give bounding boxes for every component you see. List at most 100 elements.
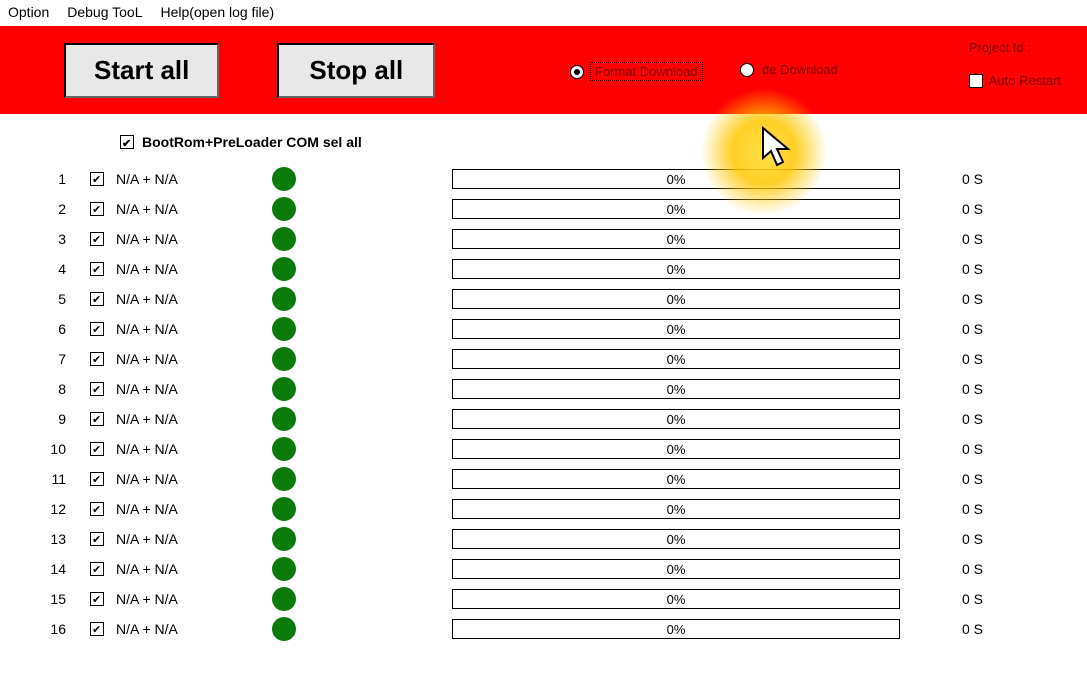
project-id-label: Project Id : bbox=[969, 40, 1061, 55]
row-com-label: N/A + N/A bbox=[116, 501, 266, 517]
device-row: 13N/A + N/A0%0 S bbox=[38, 524, 1049, 554]
row-checkbox[interactable] bbox=[90, 352, 116, 366]
checkbox-icon bbox=[90, 502, 104, 516]
row-time: 0 S bbox=[962, 291, 983, 307]
row-time: 0 S bbox=[962, 471, 983, 487]
menu-help[interactable]: Help(open log file) bbox=[161, 4, 275, 20]
status-dot-icon bbox=[272, 167, 296, 191]
row-progress: 0% bbox=[452, 469, 900, 489]
select-all-label: BootRom+PreLoader COM sel all bbox=[142, 134, 362, 150]
row-index: 9 bbox=[38, 411, 90, 427]
status-dot-icon bbox=[272, 587, 296, 611]
row-index: 3 bbox=[38, 231, 90, 247]
row-com-label: N/A + N/A bbox=[116, 201, 266, 217]
row-index: 1 bbox=[38, 171, 90, 187]
row-checkbox[interactable] bbox=[90, 622, 116, 636]
stop-all-button[interactable]: Stop all bbox=[277, 43, 435, 98]
row-index: 14 bbox=[38, 561, 90, 577]
project-panel: Project Id : Auto Restart bbox=[969, 40, 1061, 88]
checkbox-icon bbox=[90, 532, 104, 546]
menu-debug-tool[interactable]: Debug TooL bbox=[67, 4, 142, 20]
menu-option[interactable]: Option bbox=[8, 4, 49, 20]
checkbox-icon bbox=[90, 262, 104, 276]
row-index: 13 bbox=[38, 531, 90, 547]
device-row: 6 N/A + N/A 0% 0 S bbox=[38, 314, 1049, 344]
row-com-label: N/A + N/A bbox=[116, 171, 266, 187]
select-all-row[interactable]: BootRom+PreLoader COM sel all bbox=[120, 134, 1049, 150]
row-checkbox[interactable] bbox=[90, 502, 116, 516]
row-time: 0 S bbox=[962, 261, 983, 277]
checkbox-icon bbox=[90, 562, 104, 576]
row-checkbox[interactable] bbox=[90, 322, 116, 336]
auto-restart-checkbox[interactable]: Auto Restart bbox=[969, 73, 1061, 88]
device-row: 9N/A + N/A0%0 S bbox=[38, 404, 1049, 434]
row-time: 0 S bbox=[962, 501, 983, 517]
checkbox-icon bbox=[90, 442, 104, 456]
row-checkbox[interactable] bbox=[90, 382, 116, 396]
device-row: 3N/A + N/A0%0 S bbox=[38, 224, 1049, 254]
device-row: 12N/A + N/A0%0 S bbox=[38, 494, 1049, 524]
row-progress: 0% bbox=[452, 319, 900, 339]
row-index: 6 bbox=[38, 321, 90, 337]
row-checkbox[interactable] bbox=[90, 412, 116, 426]
row-checkbox[interactable] bbox=[90, 442, 116, 456]
row-com-label: N/A + N/A bbox=[116, 351, 266, 367]
row-progress: 0% bbox=[452, 229, 900, 249]
row-progress: 0% bbox=[452, 589, 900, 609]
row-checkbox[interactable] bbox=[90, 532, 116, 546]
device-row: 1N/A + N/A0%0 S bbox=[38, 164, 1049, 194]
checkbox-icon bbox=[90, 352, 104, 366]
device-row: 15N/A + N/A0%0 S bbox=[38, 584, 1049, 614]
checkbox-icon bbox=[90, 202, 104, 216]
checkbox-icon bbox=[969, 74, 983, 88]
row-checkbox[interactable] bbox=[90, 172, 116, 186]
row-progress: 0% bbox=[452, 439, 900, 459]
row-checkbox[interactable] bbox=[90, 592, 116, 606]
row-com-label: N/A + N/A bbox=[116, 531, 266, 547]
device-row: 4N/A + N/A0%0 S bbox=[38, 254, 1049, 284]
device-row: 14 N/A + N/A 0% 0 S bbox=[38, 554, 1049, 584]
start-all-button[interactable]: Start all bbox=[64, 43, 219, 98]
row-time: 0 S bbox=[962, 441, 983, 457]
radio-format-download[interactable]: Format Download bbox=[570, 62, 703, 81]
row-time: 0 S bbox=[962, 321, 983, 337]
row-checkbox[interactable] bbox=[90, 202, 116, 216]
row-checkbox[interactable] bbox=[90, 292, 116, 306]
checkbox-icon bbox=[90, 322, 104, 336]
row-com-label: N/A + N/A bbox=[116, 561, 266, 577]
row-time: 0 S bbox=[962, 201, 983, 217]
row-index: 16 bbox=[38, 621, 90, 637]
row-index: 4 bbox=[38, 261, 90, 277]
row-time: 0 S bbox=[962, 591, 983, 607]
row-com-label: N/A + N/A bbox=[116, 441, 266, 457]
row-com-label: N/A + N/A bbox=[116, 291, 266, 307]
row-time: 0 S bbox=[962, 561, 983, 577]
status-dot-icon bbox=[272, 437, 296, 461]
row-checkbox[interactable] bbox=[90, 262, 116, 276]
row-progress: 0% bbox=[452, 349, 900, 369]
status-dot-icon bbox=[272, 557, 296, 581]
device-row: 5N/A + N/A0%0 S bbox=[38, 284, 1049, 314]
checkbox-icon bbox=[90, 382, 104, 396]
row-index: 10 bbox=[38, 441, 90, 457]
checkbox-icon bbox=[120, 135, 134, 149]
row-com-label: N/A + N/A bbox=[116, 261, 266, 277]
row-checkbox[interactable] bbox=[90, 472, 116, 486]
device-row: 16N/A + N/A0%0 S bbox=[38, 614, 1049, 644]
device-row: 8N/A + N/A0%0 S bbox=[38, 374, 1049, 404]
radio-firmware-download[interactable]: de Download bbox=[740, 62, 838, 77]
device-row: 10 N/A + N/A 0% 0 S bbox=[38, 434, 1049, 464]
row-checkbox[interactable] bbox=[90, 562, 116, 576]
status-dot-icon bbox=[272, 407, 296, 431]
row-index: 12 bbox=[38, 501, 90, 517]
status-dot-icon bbox=[272, 497, 296, 521]
row-checkbox[interactable] bbox=[90, 232, 116, 246]
row-progress: 0% bbox=[452, 199, 900, 219]
row-time: 0 S bbox=[962, 351, 983, 367]
checkbox-icon bbox=[90, 172, 104, 186]
menu-bar: Option Debug TooL Help(open log file) bbox=[0, 0, 1087, 26]
row-progress: 0% bbox=[452, 559, 900, 579]
row-com-label: N/A + N/A bbox=[116, 591, 266, 607]
row-com-label: N/A + N/A bbox=[116, 321, 266, 337]
row-index: 5 bbox=[38, 291, 90, 307]
